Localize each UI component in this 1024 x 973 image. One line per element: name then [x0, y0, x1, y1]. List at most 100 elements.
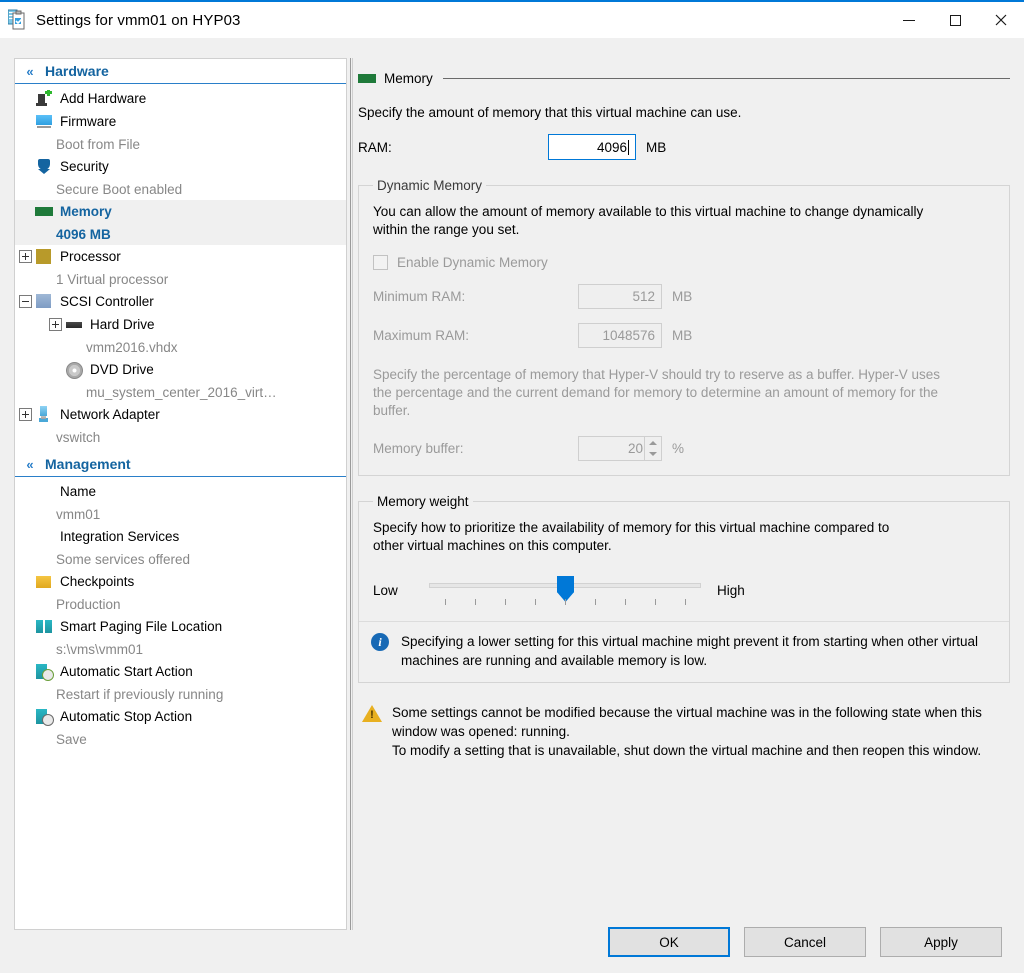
firmware-icon: [35, 113, 53, 130]
sidebar-item-memory[interactable]: Memory: [15, 200, 346, 223]
ram-input[interactable]: 4096: [548, 134, 636, 160]
memory-buffer-value: 20: [627, 441, 643, 456]
title-bar: Settings for vmm01 on HYP03: [0, 0, 1024, 38]
sidebar-item-label: Integration Services: [60, 529, 180, 544]
sidebar-subtext-network-adapter: vswitch: [56, 429, 101, 445]
sidebar-item-label: Network Adapter: [60, 407, 160, 422]
dynamic-memory-group: Dynamic Memory You can allow the amount …: [358, 178, 1010, 476]
tree-root: « Hardware Add Hardware Firmware Boot fr…: [15, 59, 346, 750]
sidebar-item-dvd-drive[interactable]: DVD Drive: [15, 358, 346, 381]
slider-tick: [505, 599, 506, 605]
group-header-label: Hardware: [45, 63, 109, 79]
sidebar-item-checkpoints[interactable]: Checkpoints: [15, 570, 346, 593]
sidebar-item-label: Checkpoints: [60, 574, 135, 589]
slider-tick: [655, 599, 656, 605]
slider-tick: [475, 599, 476, 605]
sidebar-item-smart-paging-file-location[interactable]: Smart Paging File Location: [15, 615, 346, 638]
sidebar-item-label: Memory: [60, 204, 112, 219]
apply-button[interactable]: Apply: [880, 927, 1002, 957]
sidebar-item-label: SCSI Controller: [60, 294, 154, 309]
security-icon: [35, 158, 53, 175]
expander-none-icon: [19, 160, 32, 173]
enable-dynamic-memory-row[interactable]: Enable Dynamic Memory: [373, 255, 995, 270]
maximum-ram-label: Maximum RAM:: [373, 328, 470, 343]
expander-none-icon: [19, 575, 32, 588]
warning-line-1: Some settings cannot be modified because…: [392, 705, 982, 739]
ok-button[interactable]: OK: [608, 927, 730, 957]
sidebar-item-label: Automatic Start Action: [60, 664, 193, 679]
maximum-ram-row: Maximum RAM: 1048576 MB: [373, 323, 995, 348]
sidebar-subtext-name: vmm01: [56, 506, 101, 522]
close-button[interactable]: [978, 2, 1024, 38]
collapse-chevron-icon[interactable]: «: [21, 64, 39, 79]
memory-weight-group: Memory weight Specify how to prioritize …: [358, 494, 1010, 683]
slider-low-label: Low: [373, 582, 398, 598]
sidebar-item-network-adapter[interactable]: Network Adapter: [15, 403, 346, 426]
sidebar-subtext-hard-drive: vmm2016.vhdx: [86, 339, 178, 355]
memory-icon: [35, 203, 53, 220]
sidebar-item-label: Hard Drive: [90, 317, 155, 332]
warning-line-2: To modify a setting that is unavailable,…: [392, 743, 982, 758]
sidebar-item-label: Smart Paging File Location: [60, 619, 223, 634]
sidebar-subtext-checkpoints: Production: [56, 596, 121, 612]
minimum-ram-value: 512: [632, 289, 655, 304]
memory-buffer-row: Memory buffer: 20 %: [373, 436, 995, 461]
window-controls: [886, 2, 1024, 38]
expander-minus-icon[interactable]: [19, 295, 32, 308]
memory-weight-slider[interactable]: [429, 573, 701, 607]
collapse-chevron-icon[interactable]: «: [21, 457, 39, 472]
slider-high-label: High: [717, 582, 745, 598]
group-header-management[interactable]: « Management: [15, 452, 346, 477]
sidebar-item-hard-drive[interactable]: Hard Drive: [15, 313, 346, 336]
sidebar-item-firmware[interactable]: Firmware: [15, 110, 346, 133]
sidebar-item-automatic-stop-action[interactable]: Automatic Stop Action: [15, 705, 346, 728]
expander-none-icon: [19, 620, 32, 633]
ram-unit-label: MB: [646, 139, 667, 155]
sidebar-item-processor[interactable]: Processor: [15, 245, 346, 268]
processor-icon: [35, 248, 53, 265]
cancel-button[interactable]: Cancel: [744, 927, 866, 957]
sidebar-item-automatic-start-action[interactable]: Automatic Start Action: [15, 660, 346, 683]
stepper-arrows: [644, 437, 661, 460]
slider-ticks: [429, 599, 701, 607]
ram-row: RAM: 4096 MB: [358, 134, 1010, 160]
minimize-button[interactable]: [886, 2, 932, 38]
sidebar-item-scsi-controller[interactable]: SCSI Controller: [15, 290, 346, 313]
memory-weight-description: Specify how to prioritize the availabili…: [373, 520, 890, 553]
minimum-ram-label: Minimum RAM:: [373, 289, 466, 304]
enable-dynamic-memory-checkbox[interactable]: [373, 255, 388, 270]
sidebar-item-add-hardware[interactable]: Add Hardware: [15, 87, 346, 110]
warning-text: Some settings cannot be modified because…: [392, 703, 1006, 760]
dynamic-memory-group-wrap: Dynamic Memory You can allow the amount …: [358, 178, 1010, 476]
sidebar-subtext-smart-paging: s:\vms\vmm01: [56, 641, 144, 657]
sidebar-subtext-security: Secure Boot enabled: [56, 181, 183, 197]
automatic-start-icon: [35, 663, 54, 681]
dialog-body: « Hardware Add Hardware Firmware Boot fr…: [0, 38, 1024, 973]
memory-icon: [358, 69, 376, 87]
maximum-ram-input: 1048576: [578, 323, 662, 348]
expander-plus-icon[interactable]: [49, 318, 62, 331]
sidebar-item-integration-services[interactable]: Integration Services: [15, 525, 346, 548]
sidebar-item-security[interactable]: Security: [15, 155, 346, 178]
maximize-button[interactable]: [932, 2, 978, 38]
memory-buffer-unit: %: [672, 441, 685, 456]
sidebar-subtext-processor: 1 Virtual processor: [56, 271, 169, 287]
minimum-ram-row: Minimum RAM: 512 MB: [373, 284, 995, 309]
panel-description: Specify the amount of memory that this v…: [358, 105, 742, 120]
memory-weight-legend: Memory weight: [377, 494, 469, 509]
sidebar-item-name[interactable]: Name: [15, 480, 346, 503]
stepper-up-icon: [645, 437, 661, 449]
pane-splitter[interactable]: [349, 58, 355, 930]
dynamic-memory-legend: Dynamic Memory: [377, 178, 483, 193]
stepper-down-icon: [645, 449, 661, 461]
slider-tick: [625, 599, 626, 605]
slider-tick: [595, 599, 596, 605]
sidebar-item-label: DVD Drive: [90, 362, 154, 377]
warning-icon: [362, 705, 382, 723]
sidebar-item-label: Firmware: [60, 114, 117, 129]
expander-plus-icon[interactable]: [19, 408, 32, 421]
expander-plus-icon[interactable]: [19, 250, 32, 263]
settings-navigation-tree[interactable]: « Hardware Add Hardware Firmware Boot fr…: [14, 58, 347, 930]
add-hardware-icon: [35, 90, 53, 107]
group-header-hardware[interactable]: « Hardware: [15, 59, 346, 84]
